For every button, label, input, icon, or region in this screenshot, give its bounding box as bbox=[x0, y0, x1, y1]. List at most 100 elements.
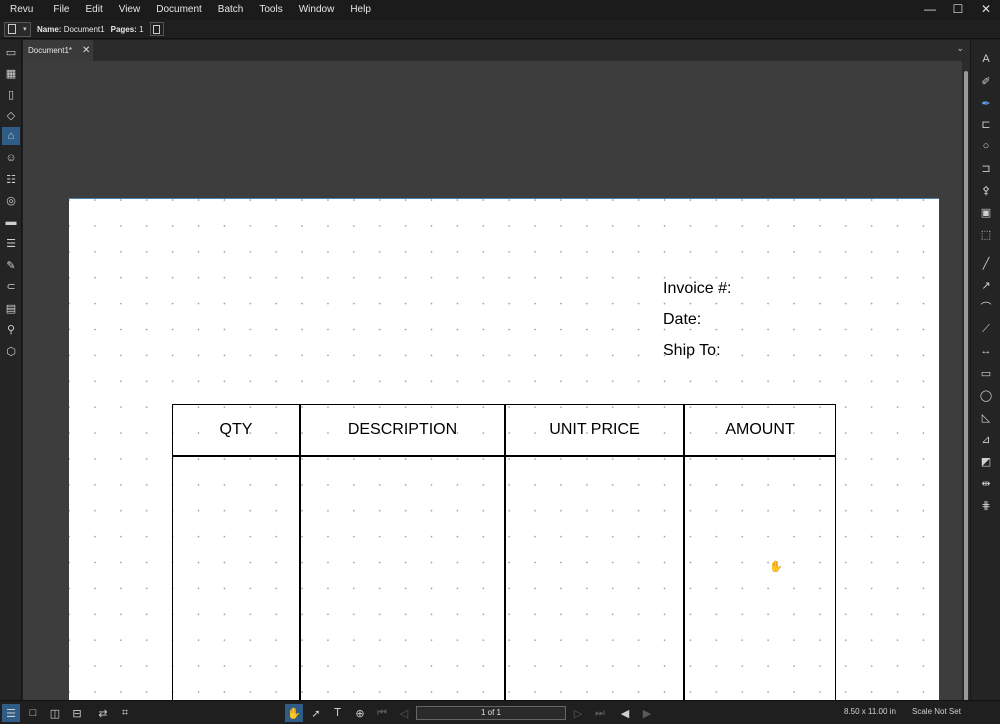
perimeter-icon[interactable]: ◩ bbox=[977, 452, 995, 470]
menu-revu[interactable]: Revu bbox=[0, 0, 45, 20]
scrollbar-thumb[interactable] bbox=[964, 71, 968, 701]
chevron-down-icon[interactable]: ⌄ bbox=[956, 43, 964, 54]
dimension-icon[interactable]: ↔ bbox=[977, 342, 995, 360]
left-panel-tabs: ▭ ▦ ▯ ◇ ⌂ ☺ ☷ ◎ ▬ ☰ ✎ ⊂ ▤ ⚲ ⬡ bbox=[0, 40, 22, 700]
next-page-icon[interactable]: ▷ bbox=[569, 704, 587, 722]
page-icon bbox=[153, 24, 161, 34]
polygon-icon[interactable]: ◺ bbox=[977, 408, 995, 426]
pdf-page[interactable]: Invoice #: Date: Ship To: QTY DESCRIPTIO… bbox=[69, 198, 939, 700]
snap-icon[interactable]: ⌗ bbox=[116, 704, 134, 722]
menu-bar: Revu File Edit View Document Batch Tools… bbox=[0, 0, 1000, 20]
cloud-callout-icon[interactable]: ⊐ bbox=[977, 159, 995, 177]
last-page-icon[interactable]: ⏭ bbox=[591, 704, 609, 722]
zoom-icon[interactable]: ⊕ bbox=[351, 704, 369, 722]
3d-icon[interactable]: ⬡ bbox=[2, 342, 20, 360]
spaces-icon[interactable]: ◎ bbox=[2, 191, 20, 209]
line-icon[interactable]: ╱ bbox=[977, 254, 995, 272]
invoice-number-label: Invoice #: bbox=[663, 280, 732, 297]
signatures-icon[interactable]: ✎ bbox=[2, 256, 20, 274]
polyline-icon[interactable]: ⟋ bbox=[977, 320, 995, 338]
header-divider bbox=[173, 455, 835, 457]
properties-icon[interactable]: ☺ bbox=[2, 149, 20, 167]
document-pages: Pages: 1 bbox=[111, 25, 144, 34]
studio-icon[interactable]: ▤ bbox=[2, 299, 20, 317]
qty-header: QTY bbox=[219, 421, 253, 438]
tab-document1[interactable]: Document1* ✕ bbox=[23, 40, 93, 61]
document-tab-bar: Document1* ✕ ⌄ bbox=[23, 40, 970, 61]
highlight-icon[interactable]: ✐ bbox=[977, 72, 995, 90]
menu-tools[interactable]: Tools bbox=[251, 0, 290, 20]
previous-view-icon[interactable]: ◀ bbox=[616, 704, 634, 722]
stamp-icon[interactable]: ⚴ bbox=[977, 181, 995, 199]
scale-status[interactable]: Scale Not Set bbox=[912, 707, 961, 716]
search-icon[interactable]: ⚲ bbox=[2, 320, 20, 338]
name-value: Document1 bbox=[63, 24, 105, 34]
vertical-scrollbar[interactable] bbox=[962, 61, 970, 701]
links-icon[interactable]: ⊂ bbox=[2, 277, 20, 295]
document-icon bbox=[8, 24, 17, 34]
properties-bar: ▾ Name: Document1 Pages: 1 bbox=[0, 20, 1000, 39]
snapshot-icon[interactable]: ⬚ bbox=[977, 225, 995, 243]
pages-label: Pages: bbox=[110, 24, 137, 34]
tool-chest-icon[interactable]: ⌂ bbox=[2, 127, 20, 145]
markup-toolbar: A ✐ ✒ ⊏ ○ ⊐ ⚴ ▣ ⬚ ╱ ↗ ⌒ ⟋ ↔ ▭ ◯ ◺ ⊿ ◩ ⇹ … bbox=[970, 40, 1000, 700]
first-page-icon[interactable]: ⏮ bbox=[373, 704, 391, 722]
markups-list-icon[interactable]: ☷ bbox=[2, 170, 20, 188]
menu-file[interactable]: File bbox=[45, 0, 77, 20]
name-label: Name: bbox=[37, 24, 62, 34]
pen-icon[interactable]: ✒ bbox=[977, 94, 995, 112]
select-tool-icon[interactable]: ➚ bbox=[307, 704, 325, 722]
menu-document[interactable]: Document bbox=[148, 0, 210, 20]
measurements-icon[interactable]: ▬ bbox=[2, 213, 20, 231]
tab-label: Document1* bbox=[28, 46, 73, 55]
bookmarks-icon[interactable]: ▦ bbox=[2, 64, 20, 82]
document-menu-button[interactable]: ▾ bbox=[4, 21, 31, 37]
invoice-table: QTY DESCRIPTION UNIT PRICE AMOUNT bbox=[172, 404, 836, 700]
invoice-fields: Invoice #: Date: Ship To: bbox=[663, 273, 731, 366]
previous-page-icon[interactable]: ◁ bbox=[395, 704, 413, 722]
file-access-icon[interactable]: ▯ bbox=[2, 85, 20, 103]
document-workspace[interactable]: Invoice #: Date: Ship To: QTY DESCRIPTIO… bbox=[23, 61, 962, 700]
minimize-button[interactable]: — bbox=[916, 0, 944, 18]
next-view-icon[interactable]: ▶ bbox=[638, 704, 656, 722]
status-bar: ☰ □ ◫ ⊟ ⇄ ⌗ ✋ ➚ Ꭲ ⊕ ⏮ ◁ 1 of 1 ▷ ⏭ ◀ ▶ 8… bbox=[0, 700, 1000, 724]
menu-batch[interactable]: Batch bbox=[210, 0, 252, 20]
menu-edit[interactable]: Edit bbox=[77, 0, 110, 20]
ellipse-icon[interactable]: ◯ bbox=[977, 386, 995, 404]
text-box-icon[interactable]: A bbox=[977, 50, 995, 68]
arc-icon[interactable]: ⌒ bbox=[977, 298, 995, 316]
length-icon[interactable]: ⇹ bbox=[977, 474, 995, 492]
callout-icon[interactable]: ⊏ bbox=[977, 115, 995, 133]
pan-cursor-icon: ✋ bbox=[769, 561, 783, 573]
close-icon[interactable]: ✕ bbox=[82, 45, 90, 56]
page-indicator[interactable]: 1 of 1 bbox=[416, 706, 566, 720]
thumbnails-icon[interactable]: ▭ bbox=[2, 43, 20, 61]
window-controls: — ☐ ✕ bbox=[916, 0, 1000, 20]
close-window-button[interactable]: ✕ bbox=[972, 0, 1000, 18]
date-label: Date: bbox=[663, 311, 702, 328]
count-icon[interactable]: ⋕ bbox=[977, 496, 995, 514]
select-text-icon[interactable]: Ꭲ bbox=[329, 704, 347, 722]
chevron-down-icon: ▾ bbox=[23, 26, 27, 33]
page-size: 8.50 x 11.00 in bbox=[844, 707, 896, 716]
single-page-icon[interactable]: □ bbox=[24, 704, 42, 722]
page-setup-button[interactable] bbox=[149, 22, 164, 36]
rectangle-icon[interactable]: ▭ bbox=[977, 364, 995, 382]
menu-window[interactable]: Window bbox=[291, 0, 343, 20]
sync-icon[interactable]: ⇄ bbox=[94, 704, 112, 722]
split-vertical-icon[interactable]: ◫ bbox=[46, 704, 64, 722]
menu-view[interactable]: View bbox=[111, 0, 149, 20]
pages-value: 1 bbox=[139, 24, 144, 34]
markups-list-toggle-icon[interactable]: ☰ bbox=[2, 704, 20, 722]
menu-help[interactable]: Help bbox=[342, 0, 379, 20]
image-icon[interactable]: ▣ bbox=[977, 203, 995, 221]
pan-tool-icon[interactable]: ✋ bbox=[285, 704, 303, 722]
cloud-icon[interactable]: ○ bbox=[977, 137, 995, 155]
maximize-button[interactable]: ☐ bbox=[944, 0, 972, 18]
arrow-icon[interactable]: ↗ bbox=[977, 276, 995, 294]
layers-icon[interactable]: ◇ bbox=[2, 106, 20, 124]
split-horizontal-icon[interactable]: ⊟ bbox=[68, 704, 86, 722]
area-icon[interactable]: ⊿ bbox=[977, 430, 995, 448]
forms-icon[interactable]: ☰ bbox=[2, 234, 20, 252]
description-header: DESCRIPTION bbox=[347, 421, 458, 438]
